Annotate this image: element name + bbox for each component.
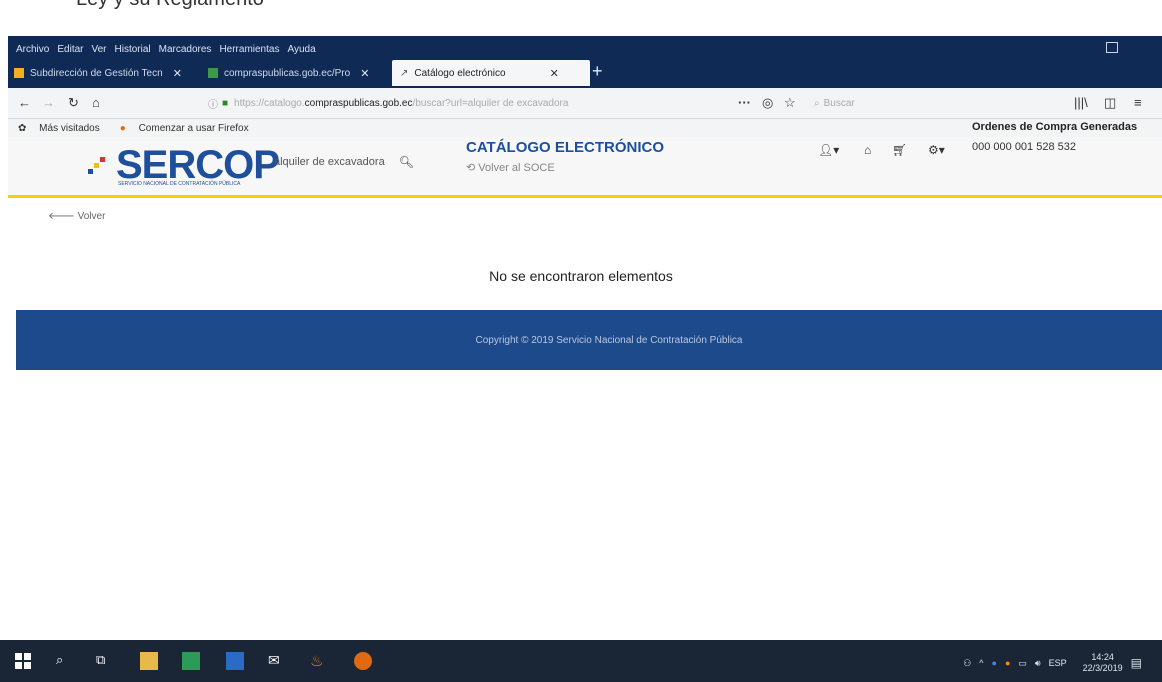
excel-icon[interactable] [182,652,200,670]
search-icon[interactable]: 🔍︎ [399,155,414,169]
site-search-input[interactable]: alquiler de excavadora 🔍︎ [274,151,444,173]
windows-taskbar: ⌕ ⧉ ✉ ♨ ⚇ ^ ● ● ▭ 🔊︎ ESP 14:24 22/3/2019… [0,640,1162,682]
page-actions-icon[interactable]: ··· [738,95,751,110]
forward-arrow-icon[interactable]: → [42,95,55,110]
language-indicator[interactable]: ESP [1049,658,1067,668]
notifications-icon[interactable]: ▤ [1131,656,1142,670]
url-domain: compraspublicas.gob.ec [304,97,413,109]
tab-catalogo[interactable]: ↗ Catálogo electrónico ✕ [392,60,590,86]
url-bar[interactable]: ⓘ ■ https://catalogo. compraspublicas.go… [208,93,808,113]
firefox-icon: ● [119,122,126,134]
copyright-text: Copyright © 2019 Servicio Nacional de Co… [475,334,743,346]
start-icon[interactable] [14,652,32,670]
orders-number: 000 000 001 528 532 [972,141,1076,153]
sidebar-icon[interactable]: ◫ [1104,95,1116,111]
orders-title: Ordenes de Compra Generadas [972,121,1138,133]
browser-navbar: ← → ↻ ⌂ ⓘ ■ https://catalogo. compraspub… [8,88,1162,119]
back-link[interactable]: 🡐 Volver [48,210,105,222]
firefox-icon[interactable] [354,652,372,670]
sercop-mark-icon [88,157,105,174]
menu-herramientas[interactable]: Herramientas [219,44,279,55]
lock-icon: ■ [222,97,229,109]
document-text-fragment: Ley y su Reglamento [76,0,264,11]
site-search-value: alquiler de excavadora [274,156,385,168]
browser-search-input[interactable]: ⌕ Buscar [814,94,1004,112]
app-tray-icon[interactable]: ● [992,658,997,668]
volume-icon[interactable]: 🔊︎ [1035,658,1041,669]
menu-marcadores[interactable]: Marcadores [159,44,212,55]
menu-ayuda[interactable]: Ayuda [287,44,315,55]
gear-icon[interactable]: ⚙▾ [928,143,945,157]
empty-results-message: No se encontraron elementos [489,268,673,284]
file-explorer-icon[interactable] [140,652,158,670]
menu-archivo[interactable]: Archivo [16,44,49,55]
menu-editar[interactable]: Editar [57,44,83,55]
people-icon[interactable]: ⚇ [963,658,971,669]
bookmark-star-icon[interactable]: ☆ [784,95,796,111]
page-title: CATÁLOGO ELECTRÓNICO [466,139,665,156]
word-icon[interactable] [226,652,244,670]
search-icon: ⌕ [814,97,820,109]
close-icon[interactable]: ✕ [173,67,182,80]
library-icon[interactable]: |||\ [1074,95,1088,110]
avast-icon[interactable]: ♨ [310,652,328,670]
avast-tray-icon[interactable]: ● [1005,658,1010,668]
logo-subtitle: SERVICIO NACIONAL DE CONTRATACIÓN PÚBLIC… [118,181,241,187]
site-header: SERCOP SERVICIO NACIONAL DE CONTRATACIÓN… [8,121,1162,198]
tab-label: compraspublicas.gob.ec/Pro [224,67,351,79]
clock-date: 22/3/2019 [1082,663,1123,673]
chevron-up-icon[interactable]: ^ [979,658,983,668]
tab-label: Catálogo electrónico [414,67,506,79]
tab-compraspublicas[interactable]: compraspublicas.gob.ec/Pro ✕ [208,62,388,84]
favicon-icon: ↗ [400,67,409,79]
close-icon[interactable]: ✕ [550,67,559,80]
home-icon[interactable]: ⌂ [92,95,100,110]
menu-ver[interactable]: Ver [91,44,106,55]
site-footer: Copyright © 2019 Servicio Nacional de Co… [16,310,1162,370]
restore-window-icon[interactable] [1106,42,1118,53]
sercop-logo[interactable]: SERCOP SERVICIO NACIONAL DE CONTRATACIÓN… [88,143,280,187]
url-path: /buscar?url=alquiler de excavadora [412,97,569,109]
pocket-icon[interactable]: ◎ [762,95,773,111]
clock[interactable]: 14:24 22/3/2019 [1075,652,1123,674]
favicon-icon [14,68,24,78]
close-icon[interactable]: ✕ [360,67,369,80]
tab-subdireccion[interactable]: Subdirección de Gestión Tecn ✕ [14,62,204,84]
search-placeholder: Buscar [823,97,855,109]
network-icon[interactable]: ▭ [1018,658,1027,669]
home-icon[interactable]: ⌂ [864,143,871,157]
back-arrow-icon[interactable]: ← [18,95,31,110]
new-tab-button[interactable]: + [592,61,603,82]
clock-time: 14:24 [1091,652,1114,662]
back-to-soce-link[interactable]: ⟲ Volver al SOCE [466,161,555,174]
menu-historial[interactable]: Historial [115,44,151,55]
task-view-icon[interactable]: ⧉ [96,652,114,670]
favicon-icon [208,68,218,78]
browser-tab-strip: Subdirección de Gestión Tecn ✕ compraspu… [8,58,1162,88]
system-tray: ⚇ ^ ● ● ▭ 🔊︎ ESP 14:24 22/3/2019 ▤ [955,652,1142,674]
bookmark-comenzar[interactable]: ● Comenzar a usar Firefox [110,123,249,134]
user-icon[interactable]: 👤︎▾ [818,143,839,157]
mail-icon[interactable]: ✉ [268,652,286,670]
menu-hamburger-icon[interactable]: ≡ [1134,95,1142,110]
info-icon[interactable]: ⓘ [208,96,218,111]
reload-icon[interactable]: ↻ [68,95,79,111]
bookmark-mas-visitados[interactable]: ✿ Más visitados [18,123,100,134]
search-icon[interactable]: ⌕ [56,652,74,670]
tab-label: Subdirección de Gestión Tecn [30,67,163,79]
cart-icon[interactable]: 🛒︎ [892,143,907,157]
